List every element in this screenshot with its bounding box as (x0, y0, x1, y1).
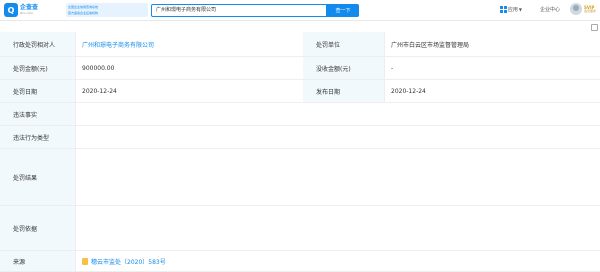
label-violation-type: 违法行为类型 (0, 126, 76, 148)
table-row: 处罚金额(元) 900000.00 没收金额(元) - (0, 57, 600, 80)
table-row: 行政处罚相对人 广州和璟电子商务有限公司 处罚单位 广州市白云区市场监督管理局 (0, 32, 600, 57)
label-source: 来源 (0, 251, 76, 271)
document-icon (82, 257, 88, 265)
share-toolbar (590, 23, 598, 31)
share-icon[interactable] (590, 23, 598, 31)
enterprise-center-link[interactable]: 企业中心 (540, 6, 560, 13)
apps-label: 应用 (507, 6, 518, 13)
penalty-detail-table: 行政处罚相对人 广州和璟电子商务有限公司 处罚单位 广州市白云区市场监督管理局 … (0, 32, 600, 272)
site-logo[interactable]: Q 企查查 Qcc.com (4, 3, 66, 17)
penalty-amount-value: 900000.00 (82, 64, 115, 72)
publish-date-value: 2020-12-24 (391, 87, 426, 95)
table-row: 处罚结果 (0, 149, 600, 206)
label-penalized-party: 行政处罚相对人 (0, 32, 76, 56)
label-penalty-basis: 处罚依据 (0, 206, 76, 250)
apps-menu-button[interactable]: 应用 ▼ (499, 5, 522, 13)
chevron-down-icon: ▼ (518, 6, 522, 12)
search-input[interactable]: 广州和璟电子商务有限公司 (151, 3, 327, 17)
label-penalty-result: 处罚结果 (0, 149, 76, 205)
label-confiscated-amount: 没收金额(元) (303, 57, 385, 79)
label-violation-facts: 违法事实 (0, 103, 76, 125)
penalized-party-link[interactable]: 广州和璟电子商务有限公司 (76, 32, 303, 56)
label-penalty-date: 处罚日期 (0, 80, 76, 102)
label-publish-date: 发布日期 (303, 80, 385, 102)
search-button[interactable]: 查一下 (327, 3, 359, 17)
table-row: 违法事实 (0, 103, 600, 126)
label-penalty-authority: 处罚单位 (303, 32, 385, 56)
penalty-date-value: 2020-12-24 (82, 87, 117, 95)
table-row: 处罚日期 2020-12-24 发布日期 2020-12-24 (0, 80, 600, 103)
grid-icon (499, 5, 507, 13)
user-menu[interactable]: SVIP 会员服务 (569, 3, 596, 15)
avatar[interactable] (569, 3, 582, 15)
penalty-authority-value: 广州市白云区市场监督管理局 (391, 41, 470, 49)
logo-domain: Qcc.com (20, 11, 34, 15)
top-right-nav: 应用 ▼ 企业中心 SVIP 会员服务 (499, 3, 596, 15)
slogan-badge: 全国企业信用查询系统 官方备案企业征信机构 (66, 3, 148, 17)
logo-icon: Q (4, 3, 18, 17)
vip-badge[interactable]: SVIP 会员服务 (584, 5, 596, 13)
table-row: 处罚依据 (0, 206, 600, 251)
table-row: 来源 穗云市监处〔2020〕583号 (0, 251, 600, 272)
table-row: 违法行为类型 (0, 126, 600, 149)
top-navbar: Q 企查查 Qcc.com 全国企业信用查询系统 官方备案企业征信机构 广州和璟… (0, 0, 600, 21)
confiscated-amount-value: - (391, 64, 394, 72)
source-document-link[interactable]: 穗云市监处〔2020〕583号 (82, 257, 166, 266)
label-penalty-amount: 处罚金额(元) (0, 57, 76, 79)
